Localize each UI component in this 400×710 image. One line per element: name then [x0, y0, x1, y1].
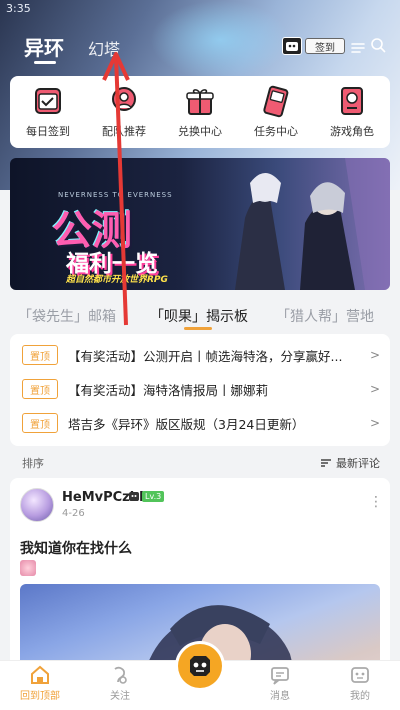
tab-yihuan[interactable]: 异环	[24, 32, 64, 61]
quick-label: 配队推荐	[102, 125, 146, 138]
quick-game-characters[interactable]: 游戏角色	[314, 76, 390, 148]
nav-follow[interactable]: 关注	[90, 665, 150, 702]
promo-banner[interactable]: NEVERNESS TO EVERNESS 公测 福利一览 超自然都市开放世界R…	[10, 158, 390, 290]
nav-profile[interactable]: 我的	[330, 665, 390, 702]
quick-redeem-center[interactable]: 兑换中心	[162, 76, 238, 148]
quick-task-center[interactable]: 任务中心	[238, 76, 314, 148]
nav-label: 回到顶部	[20, 691, 60, 702]
chevron-right-icon: >	[369, 382, 380, 396]
banner-characters-art	[235, 158, 390, 290]
notice-title: 【有奖活动】公测开启丨帧选海特洛，分享赢好...	[68, 348, 343, 364]
task-device-icon	[263, 85, 289, 118]
post-create-button[interactable]	[178, 644, 222, 688]
tab-bulletin-board[interactable]: 「呗果」揭示板	[150, 306, 248, 326]
nav-label: 消息	[270, 691, 290, 702]
pinned-badge: 置顶	[22, 413, 58, 433]
notice-title: 【有奖活动】海特洛情报局丨娜娜莉	[68, 382, 269, 398]
more-options-icon[interactable]: ⋮	[369, 494, 383, 510]
avatar[interactable]	[20, 488, 54, 522]
section-tabs: 「袋先生」邮箱 「呗果」揭示板 「猎人帮」营地	[0, 302, 400, 330]
status-time: 3:35	[6, 2, 31, 15]
pinned-badge: 置顶	[22, 345, 58, 365]
quick-label: 兑换中心	[178, 125, 222, 138]
quick-label: 每日签到	[26, 125, 70, 138]
chevron-right-icon: >	[369, 416, 380, 430]
mascot-icon	[282, 37, 302, 55]
quick-label: 任务中心	[254, 125, 298, 138]
section-tab-indicator	[184, 327, 212, 330]
banner-tagline: 超自然都市开放世界RPG	[66, 275, 168, 285]
sort-latest-button[interactable]: 最新评论	[320, 455, 380, 471]
home-icon	[31, 665, 49, 684]
nav-messages[interactable]: 消息	[250, 665, 310, 702]
menu-icon[interactable]	[351, 39, 365, 58]
tab-mailbox[interactable]: 「袋先生」邮箱	[18, 306, 116, 326]
search-icon[interactable]	[370, 37, 386, 57]
notice-row[interactable]: 置顶 【有奖活动】公测开启丨帧选海特洛，分享赢好... >	[10, 340, 390, 370]
follow-icon	[114, 666, 127, 684]
sticker-emoji-icon	[20, 560, 36, 576]
character-card-icon	[341, 87, 363, 115]
calendar-check-icon	[35, 88, 61, 114]
header-art-glow	[150, 0, 290, 80]
post-title[interactable]: 我知道你在找什么	[20, 538, 132, 558]
team-icon	[112, 87, 136, 111]
quick-actions-card: 每日签到 配队推荐 兑换中心 任务中心 游戏角色	[10, 76, 390, 148]
sort-latest-label: 最新评论	[336, 457, 380, 470]
profile-icon	[351, 667, 369, 683]
nav-label: 我的	[350, 691, 370, 702]
sort-icon	[321, 459, 331, 467]
notice-title: 塔吉多《异环》版区版规（3月24日更新）	[68, 416, 305, 432]
pinned-notices-card: 置顶 【有奖活动】公测开启丨帧选海特洛，分享赢好... > 置顶 【有奖活动】海…	[10, 334, 390, 446]
notice-row[interactable]: 置顶 【有奖活动】海特洛情报局丨娜娜莉 >	[10, 374, 390, 404]
chevron-right-icon: >	[369, 348, 380, 362]
tab-hunter-camp[interactable]: 「猎人帮」营地	[276, 306, 374, 326]
mascot-icon	[190, 656, 210, 676]
mascot-icon	[129, 492, 139, 501]
nav-back-to-top[interactable]: 回到顶部	[10, 665, 70, 702]
active-tab-indicator	[34, 61, 56, 64]
notice-row[interactable]: 置顶 塔吉多《异环》版区版规（3月24日更新） >	[10, 408, 390, 438]
sort-label: 排序	[22, 457, 44, 470]
post-date: 4-26	[62, 508, 85, 519]
quick-label: 游戏角色	[330, 125, 374, 138]
gift-icon	[186, 89, 214, 115]
user-level-badge: Lv.3	[128, 491, 165, 502]
nav-label: 关注	[110, 691, 130, 702]
tab-huanta[interactable]: 幻塔	[88, 36, 120, 60]
quick-team-recommend[interactable]: 配队推荐	[86, 76, 162, 148]
quick-daily-checkin[interactable]: 每日签到	[10, 76, 86, 148]
pinned-badge: 置顶	[22, 379, 58, 399]
checkin-label: 签到	[305, 38, 345, 54]
level-label: Lv.3	[142, 491, 165, 502]
message-icon	[271, 667, 289, 685]
